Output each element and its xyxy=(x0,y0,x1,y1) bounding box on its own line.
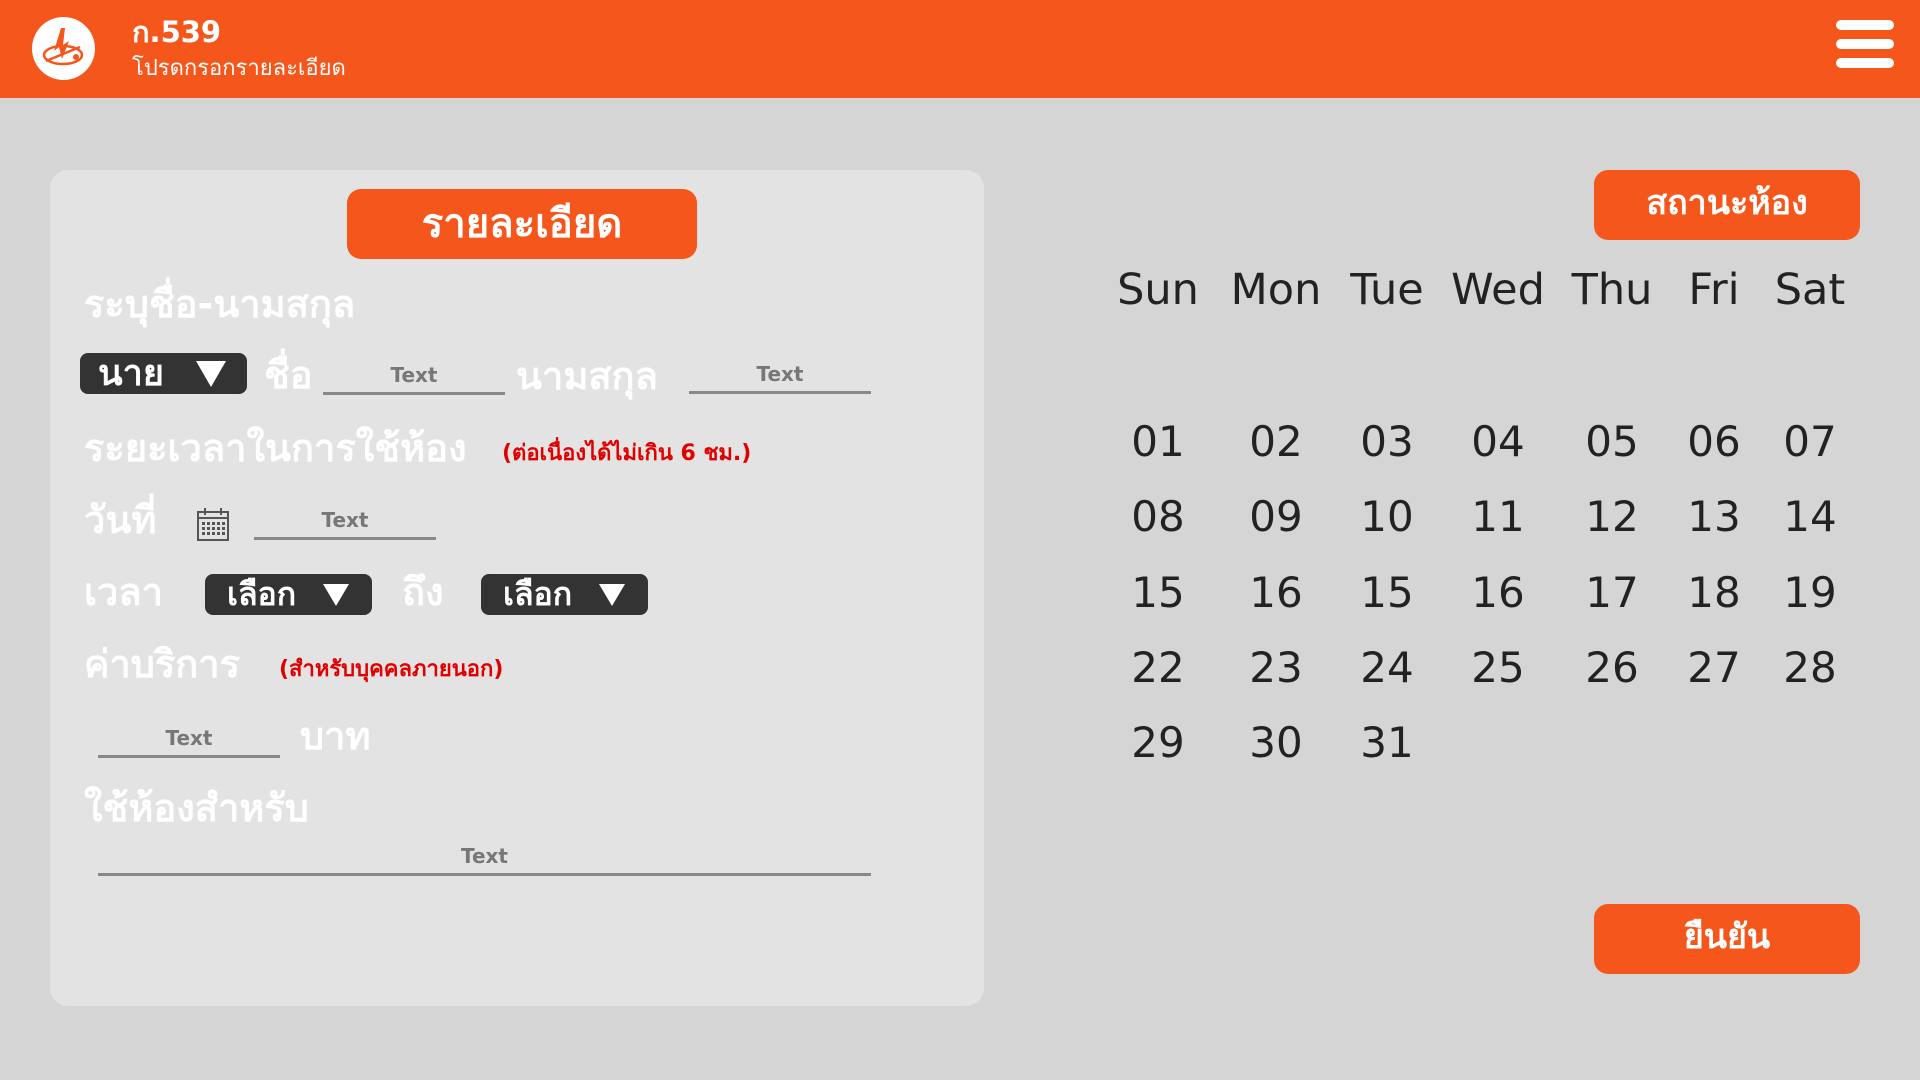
weekday-header: Sun xyxy=(1117,265,1199,315)
weekday-header: Sat xyxy=(1774,265,1846,315)
weekday-header: Fri xyxy=(1688,265,1740,315)
purpose-section-label: ใช้ห้องสำหรับ xyxy=(84,786,309,830)
fee-section-label: ค่าบริการ xyxy=(84,642,241,686)
calendar-day[interactable]: 14 xyxy=(1755,492,1865,542)
room-status-button[interactable]: สถานะห้อง xyxy=(1594,170,1860,240)
calendar-day[interactable]: 28 xyxy=(1755,643,1865,693)
calendar-day[interactable]: 16 xyxy=(1443,568,1553,618)
weekday-header: Mon xyxy=(1230,265,1322,315)
weekday-header: Tue xyxy=(1350,265,1424,315)
duration-section-label: ระยะเวลาในการใช้ห้อง xyxy=(84,426,467,470)
calendar-day[interactable]: 26 xyxy=(1557,643,1667,693)
calendar-day[interactable]: 16 xyxy=(1221,568,1331,618)
name-section-label: ระบุชื่อ-นามสกุล xyxy=(84,282,356,326)
dropdown-arrow-icon xyxy=(323,584,349,606)
last-name-placeholder: Text xyxy=(756,362,804,386)
purpose-input[interactable]: Text xyxy=(98,836,871,876)
calendar-day[interactable]: 02 xyxy=(1221,417,1331,467)
calendar-day[interactable]: 15 xyxy=(1103,568,1213,618)
calendar-day[interactable]: 29 xyxy=(1103,718,1213,768)
calendar-day[interactable]: 23 xyxy=(1221,643,1331,693)
calendar-day[interactable]: 30 xyxy=(1221,718,1331,768)
time-to-value: เลือก xyxy=(503,575,573,613)
last-name-label: นามสกุล xyxy=(516,354,658,398)
hamburger-menu-icon[interactable] xyxy=(1836,20,1894,68)
top-bar: ก.539 โปรดกรอกรายละเอียด xyxy=(0,0,1920,98)
calendar-day[interactable]: 31 xyxy=(1332,718,1442,768)
first-name-input[interactable]: Text xyxy=(323,355,505,395)
time-to-label: ถึง xyxy=(402,570,444,614)
weekday-header: Wed xyxy=(1451,265,1545,315)
calendar-day[interactable]: 17 xyxy=(1557,568,1667,618)
duration-note: (ต่อเนื่องได้ไม่เกิน 6 ชม.) xyxy=(502,441,752,466)
time-to-dropdown[interactable]: เลือก xyxy=(481,574,648,615)
calendar-day[interactable]: 07 xyxy=(1755,417,1865,467)
fee-note: (สำหรับบุคคลภายนอก) xyxy=(279,657,504,682)
time-from-dropdown[interactable]: เลือก xyxy=(205,574,372,615)
calendar-day[interactable]: 12 xyxy=(1557,492,1667,542)
calendar-day[interactable]: 09 xyxy=(1221,492,1331,542)
panel-title: รายละเอียด xyxy=(347,189,697,259)
calendar-day[interactable]: 04 xyxy=(1443,417,1553,467)
calendar-day[interactable]: 24 xyxy=(1332,643,1442,693)
calendar-day[interactable]: 03 xyxy=(1332,417,1442,467)
app-code: ก.539 xyxy=(132,15,222,49)
logo-icon xyxy=(32,17,95,80)
fee-input[interactable]: Text xyxy=(98,718,280,758)
calendar-day[interactable]: 08 xyxy=(1103,492,1213,542)
calendar-day[interactable]: 01 xyxy=(1103,417,1213,467)
app-subtitle: โปรดกรอกรายละเอียด xyxy=(132,56,346,81)
dropdown-arrow-icon xyxy=(196,361,226,387)
first-name-label: ชื่อ xyxy=(264,353,313,397)
time-label: เวลา xyxy=(84,570,163,614)
last-name-input[interactable]: Text xyxy=(689,354,871,394)
prefix-value: นาย xyxy=(98,353,164,394)
calendar-day[interactable]: 22 xyxy=(1103,643,1213,693)
weekday-header: Thu xyxy=(1571,265,1653,315)
calendar-day[interactable]: 13 xyxy=(1659,492,1769,542)
prefix-dropdown[interactable]: นาย xyxy=(80,353,247,394)
time-from-value: เลือก xyxy=(227,575,297,613)
date-label: วันที่ xyxy=(84,498,157,542)
calendar-day[interactable]: 15 xyxy=(1332,568,1442,618)
confirm-button[interactable]: ยืนยัน xyxy=(1594,904,1860,974)
calendar-icon[interactable] xyxy=(196,506,230,546)
calendar-day[interactable]: 25 xyxy=(1443,643,1553,693)
first-name-placeholder: Text xyxy=(390,363,438,387)
calendar-day[interactable]: 27 xyxy=(1659,643,1769,693)
calendar-day[interactable]: 10 xyxy=(1332,492,1442,542)
date-placeholder: Text xyxy=(321,508,369,532)
calendar-day[interactable]: 06 xyxy=(1659,417,1769,467)
calendar-day[interactable]: 05 xyxy=(1557,417,1667,467)
fee-placeholder: Text xyxy=(165,726,213,750)
calendar-day[interactable]: 18 xyxy=(1659,568,1769,618)
date-input[interactable]: Text xyxy=(254,500,436,540)
calendar-day[interactable]: 19 xyxy=(1755,568,1865,618)
calendar-day[interactable]: 11 xyxy=(1443,492,1553,542)
fee-unit-label: บาท xyxy=(300,714,371,758)
purpose-placeholder: Text xyxy=(460,844,508,868)
dropdown-arrow-icon xyxy=(599,584,625,606)
